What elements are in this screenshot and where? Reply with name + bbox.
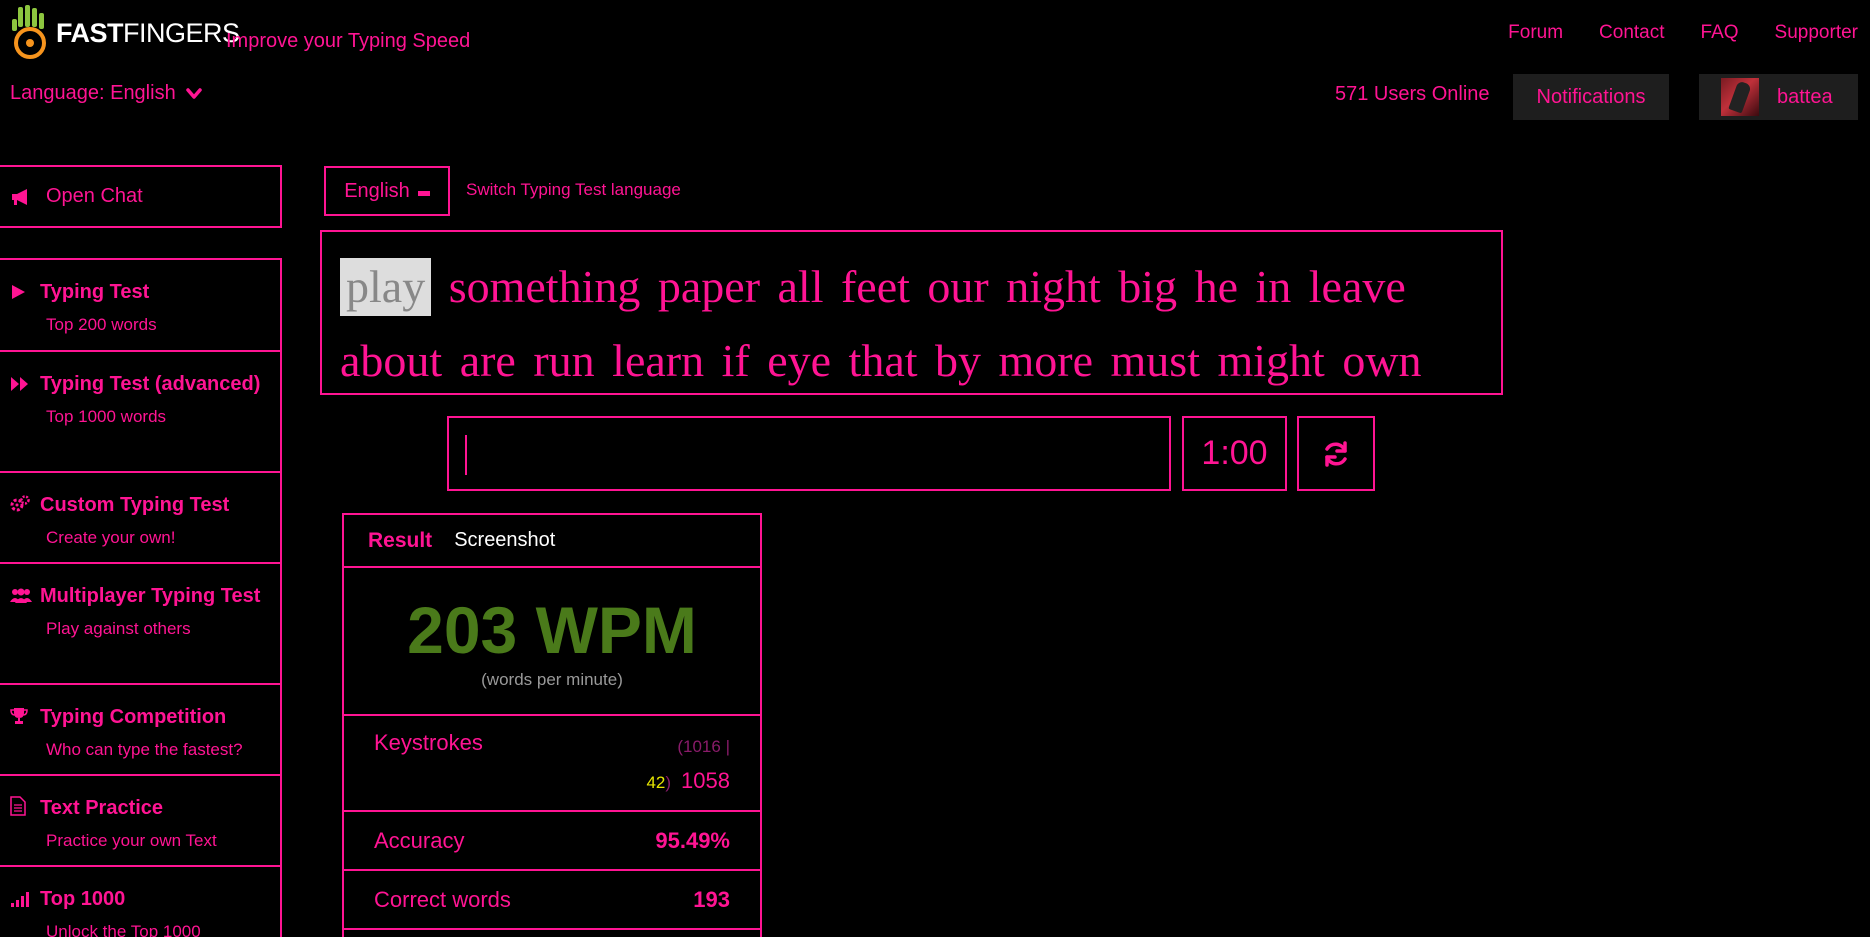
wpm-subtitle: (words per minute) — [481, 670, 623, 689]
test-language-label: English — [344, 179, 410, 202]
keystrokes-row: Keystrokes (1016 | 42) 1058 — [344, 716, 760, 812]
sidebar-item-top-1000[interactable]: Top 1000 Unlock the Top 1000 — [0, 867, 280, 937]
signal-icon — [10, 887, 30, 916]
keystrokes-total: 1058 — [681, 768, 730, 793]
correct-words-value: 193 — [693, 886, 730, 912]
sidebar-item-subtitle: Top 200 words — [46, 315, 157, 334]
user-menu-button[interactable]: battea — [1699, 74, 1858, 120]
nav-contact[interactable]: Contact — [1599, 22, 1664, 44]
result-panel: Result Screenshot 203 WPM (words per min… — [342, 513, 762, 937]
current-word: play — [340, 258, 432, 316]
sidebar-item-custom-typing-test[interactable]: Custom Typing Test Create your own! — [0, 473, 280, 564]
correct-words-label: Correct words — [374, 886, 511, 912]
test-language-button[interactable]: English — [324, 166, 450, 216]
sidebar-item-title: Multiplayer Typing Test — [40, 585, 261, 607]
username: battea — [1777, 85, 1833, 108]
site-logo[interactable]: FASTFINGERS — [10, 4, 240, 62]
top-nav: Forum Contact FAQ Supporter — [1508, 22, 1858, 44]
correct-words-row: Correct words 193 — [344, 871, 760, 930]
sidebar-item-typing-test-advanced[interactable]: Typing Test (advanced) Top 1000 words — [0, 352, 280, 473]
reload-button[interactable] — [1297, 416, 1375, 491]
sidebar-item-subtitle: Top 1000 words — [46, 407, 167, 426]
nav-forum[interactable]: Forum — [1508, 22, 1563, 44]
sidebar-item-title: Typing Competition — [40, 706, 227, 728]
sidebar-item-typing-test[interactable]: Typing Test Top 200 words — [0, 260, 280, 352]
play-icon — [10, 280, 30, 309]
logo-text-bold: FAST — [56, 17, 124, 48]
sidebar-item-subtitle: Create your own! — [46, 528, 176, 547]
sidebar-item-multiplayer[interactable]: Multiplayer Typing Test Play against oth… — [0, 564, 280, 685]
sidebar-item-subtitle: Practice your own Text — [46, 831, 217, 850]
sidebar-item-title: Custom Typing Test — [40, 494, 230, 516]
trophy-icon — [10, 705, 30, 734]
nav-supporter[interactable]: Supporter — [1775, 22, 1858, 44]
gears-icon — [10, 493, 30, 522]
open-chat-label: Open Chat — [46, 185, 143, 207]
hand-logo-icon — [12, 5, 46, 59]
megaphone-icon — [12, 188, 27, 205]
sidebar-item-typing-competition[interactable]: Typing Competition Who can type the fast… — [0, 685, 280, 776]
tagline: Improve your Typing Speed — [226, 30, 471, 52]
tab-screenshot[interactable]: Screenshot — [454, 529, 555, 552]
open-chat-button[interactable]: Open Chat — [0, 165, 282, 228]
chevron-down-icon — [185, 87, 202, 99]
dropdown-bar-icon — [417, 190, 430, 196]
tab-result[interactable]: Result — [368, 529, 432, 553]
sidebar-item-title: Top 1000 — [40, 888, 126, 910]
accuracy-value: 95.49% — [655, 827, 730, 853]
users-online: 571 Users Online — [1335, 83, 1490, 105]
fast-forward-icon — [10, 372, 30, 401]
sidebar-item-title: Text Practice — [40, 797, 164, 819]
sidebar-item-title: Typing Test (advanced) — [40, 373, 261, 395]
upcoming-words: something paper all feet our night big h… — [448, 261, 1406, 312]
sidebar-menu: Typing Test Top 200 words Typing Test (a… — [0, 258, 282, 937]
words-line-2: about are run learn if eye that by more … — [340, 335, 1422, 386]
wpm-area: 203 WPM (words per minute) — [344, 568, 760, 716]
keystrokes-correct: 1016 — [683, 737, 721, 756]
typing-input[interactable] — [447, 416, 1171, 491]
logo-text-light: FINGERS — [123, 17, 240, 48]
sidebar-item-subtitle: Unlock the Top 1000 — [46, 922, 201, 937]
keystrokes-detail: (1016 | 42) 1058 — [646, 737, 730, 793]
notifications-button[interactable]: Notifications — [1513, 74, 1669, 120]
timer: 1:00 — [1182, 416, 1287, 491]
nav-faq[interactable]: FAQ — [1701, 22, 1739, 44]
accuracy-row: Accuracy 95.49% — [344, 812, 760, 871]
language-selector[interactable]: Language: English — [10, 82, 202, 105]
keystrokes-wrong: 42 — [646, 773, 666, 792]
sidebar-item-subtitle: Who can type the fastest? — [46, 740, 243, 759]
language-label: Language: English — [10, 82, 176, 104]
document-icon — [10, 796, 30, 825]
sidebar-item-text-practice[interactable]: Text Practice Practice your own Text — [0, 776, 280, 867]
refresh-icon — [1325, 440, 1347, 467]
keystrokes-label: Keystrokes — [374, 730, 483, 755]
switch-language-link[interactable]: Switch Typing Test language — [466, 180, 681, 200]
wpm-value: 203 WPM — [407, 593, 697, 667]
users-icon — [10, 584, 32, 613]
accuracy-label: Accuracy — [374, 827, 465, 853]
avatar — [1721, 78, 1759, 116]
result-tabs: Result Screenshot — [344, 515, 760, 568]
sidebar-item-title: Typing Test — [40, 281, 150, 303]
words-line-1: play something paper all feet our night … — [340, 250, 1501, 324]
sidebar-item-subtitle: Play against others — [46, 619, 191, 638]
text-caret — [465, 435, 467, 475]
words-display: play something paper all feet our night … — [320, 230, 1503, 395]
